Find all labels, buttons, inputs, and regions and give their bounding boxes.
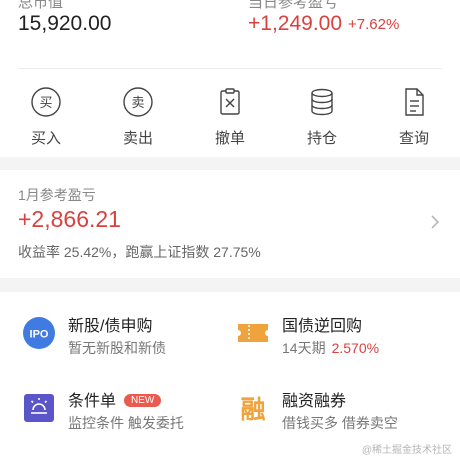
today-pnl-percent: +7.62% xyxy=(348,16,400,33)
monthly-pnl-card[interactable]: 1月参考盈亏 +2,866.21 收益率 25.42%，跑赢上证指数 27.75… xyxy=(0,170,460,278)
ipo-icon-text: IPO xyxy=(30,329,49,341)
query-button[interactable]: 查询 xyxy=(384,86,444,148)
holdings-label: 持仓 xyxy=(306,130,337,147)
trade-actions-row: 买 买入 卖 卖出 撤单 持仓 查询 xyxy=(0,86,460,148)
reverse-repo-entry[interactable]: 国债逆回购 14天期 2.570% xyxy=(236,312,456,362)
today-pnl-label: 当日参考盈亏 xyxy=(248,0,339,11)
cancel-order-icon xyxy=(220,88,240,115)
conditional-order-title-text: 条件单 xyxy=(68,393,117,410)
sell-icon-glyph: 卖 xyxy=(131,96,144,111)
buy-button[interactable]: 买 买入 xyxy=(16,86,76,148)
margin-icon: 融 xyxy=(240,395,265,424)
query-icon xyxy=(405,88,424,116)
reverse-repo-title: 国债逆回购 xyxy=(282,318,363,335)
buy-icon: 买 xyxy=(31,87,61,117)
query-label: 查询 xyxy=(398,130,429,147)
margin-trading-title: 融资融券 xyxy=(282,393,347,410)
chevron-right-icon xyxy=(431,215,440,229)
margin-icon-text: 融 xyxy=(240,395,265,424)
margin-trading-entry[interactable]: 融 融资融券 借钱买多 借券卖空 xyxy=(236,387,456,437)
monthly-pnl-value: +2,866.21 xyxy=(18,206,121,232)
ticket-icon xyxy=(238,324,268,342)
today-pnl-value: +1,249.00 xyxy=(248,12,343,35)
reverse-repo-desc: 14天期 2.570% xyxy=(282,338,379,358)
ipo-icon: IPO xyxy=(23,317,55,349)
ipo-subscribe-entry[interactable]: IPO 新股/债申购 暂无新股和新债 xyxy=(22,312,242,362)
sell-button[interactable]: 卖 卖出 xyxy=(108,86,168,148)
conditional-order-desc: 监控条件 触发委托 xyxy=(68,415,184,431)
new-badge: NEW xyxy=(124,394,162,407)
ipo-title: 新股/债申购 xyxy=(68,318,153,335)
total-market-value-label: 总市值 xyxy=(18,0,64,11)
ipo-desc: 暂无新股和新债 xyxy=(68,340,166,356)
holdings-icon xyxy=(311,88,333,116)
conditional-order-title: 条件单 NEW xyxy=(68,387,162,411)
bulb-icon xyxy=(24,394,54,422)
monthly-return-detail: 收益率 25.42%，跑赢上证指数 27.75% xyxy=(18,244,261,260)
buy-icon-glyph: 买 xyxy=(39,96,52,111)
monthly-pnl-label: 1月参考盈亏 xyxy=(18,187,96,203)
cancel-order-label: 撤单 xyxy=(214,130,245,147)
total-market-value: 15,920.00 xyxy=(18,12,112,35)
services-card: IPO 新股/债申购 暂无新股和新债 国债逆回购 14天期 2.570% 条件单 N… xyxy=(0,292,460,460)
reverse-repo-term: 14天期 xyxy=(282,340,326,356)
conditional-order-entry[interactable]: 条件单 NEW 监控条件 触发委托 xyxy=(22,387,242,437)
account-summary-card: 总市值 15,920.00 当日参考盈亏 +1,249.00 +7.62% 买 … xyxy=(0,0,460,157)
summary-divider xyxy=(18,68,442,69)
watermark: @稀土掘金技术社区 xyxy=(361,445,452,456)
cancel-order-button[interactable]: 撤单 xyxy=(200,86,260,148)
buy-label: 买入 xyxy=(30,130,61,147)
holdings-button[interactable]: 持仓 xyxy=(292,86,352,148)
sell-icon: 卖 xyxy=(123,87,153,117)
sell-label: 卖出 xyxy=(122,130,153,147)
margin-trading-desc: 借钱买多 借券卖空 xyxy=(282,415,398,431)
reverse-repo-rate: 2.570% xyxy=(331,340,380,356)
